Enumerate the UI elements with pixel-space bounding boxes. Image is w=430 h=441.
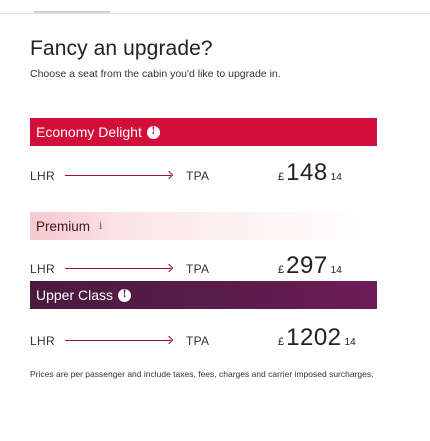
cabin-premium[interactable]: Premium i xyxy=(30,212,377,240)
origin-airport: LHR xyxy=(30,262,55,276)
price-fraction: 14 xyxy=(344,337,356,348)
top-tab-strip xyxy=(0,0,430,14)
route-arrow-icon xyxy=(65,268,171,269)
upgrade-price[interactable]: £ 1202 14 xyxy=(278,324,356,352)
cabin-header-premium[interactable]: Premium i xyxy=(30,212,114,240)
currency-symbol: £ xyxy=(278,171,285,183)
destination-airport: TPA xyxy=(186,169,210,183)
price-whole: 1202 xyxy=(286,324,342,351)
route-arrow-icon xyxy=(65,340,171,341)
cabin-name: Upper Class xyxy=(36,287,114,303)
cabin-header-economy-delight[interactable]: Economy Delight ! xyxy=(30,118,377,146)
page-subtitle: Choose a seat from the cabin you'd like … xyxy=(30,68,281,80)
cabin-name: Premium xyxy=(36,218,91,234)
route-row-upper-class[interactable]: LHR TPA £ 1202 14 xyxy=(30,324,377,354)
cabin-upper-class[interactable]: Upper Class ! xyxy=(30,281,377,309)
price-fraction: 14 xyxy=(330,265,342,276)
destination-airport: TPA xyxy=(186,334,210,348)
route-row-premium[interactable]: LHR TPA £ 297 14 xyxy=(30,252,377,282)
upgrade-page: Fancy an upgrade? Choose a seat from the… xyxy=(0,0,430,441)
info-icon[interactable]: ! xyxy=(118,288,132,302)
info-icon[interactable]: ! xyxy=(146,125,160,139)
price-disclaimer: Prices are per passenger and include tax… xyxy=(30,369,374,379)
upgrade-price[interactable]: £ 297 14 xyxy=(278,252,342,280)
route-row-economy-delight[interactable]: LHR TPA £ 148 14 xyxy=(30,159,377,189)
upgrade-price[interactable]: £ 148 14 xyxy=(278,159,342,187)
price-fraction: 14 xyxy=(330,172,342,183)
price-whole: 297 xyxy=(286,252,328,279)
cabin-header-upper-class[interactable]: Upper Class ! xyxy=(30,281,377,309)
cabin-name: Economy Delight xyxy=(36,124,142,140)
tab-indicator xyxy=(34,0,110,13)
info-icon[interactable]: i xyxy=(99,221,102,232)
currency-symbol: £ xyxy=(278,336,285,348)
origin-airport: LHR xyxy=(30,169,55,183)
header-fade xyxy=(114,212,377,240)
destination-airport: TPA xyxy=(186,262,210,276)
origin-airport: LHR xyxy=(30,334,55,348)
route-arrow-icon xyxy=(65,175,171,176)
cabin-economy-delight[interactable]: Economy Delight ! xyxy=(30,118,377,146)
page-title: Fancy an upgrade? xyxy=(30,37,213,60)
currency-symbol: £ xyxy=(278,264,285,276)
price-whole: 148 xyxy=(286,159,328,186)
